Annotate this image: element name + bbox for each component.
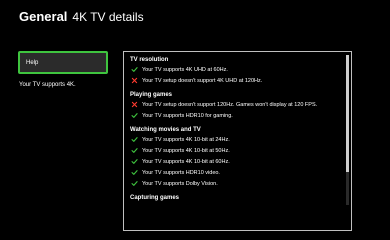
detail-item: Your TV supports Dolby Vision.	[130, 178, 341, 189]
detail-item: Your TV supports 4K 10-bit at 60Hz.	[130, 156, 341, 167]
group-title: Capturing games	[130, 195, 180, 201]
detail-item-text: Your TV supports 4K 10-bit at 50Hz.	[142, 147, 230, 154]
x-mark-icon	[130, 101, 138, 109]
support-summary: Your TV supports 4K.	[19, 82, 76, 88]
scrollbar-thumb[interactable]	[346, 55, 349, 172]
detail-item-text: Your TV supports HDR10 for gaming.	[142, 112, 233, 119]
check-icon	[130, 158, 138, 166]
help-button[interactable]: Help	[18, 51, 108, 74]
detail-item-text: Your TV supports HDR10 video.	[142, 169, 220, 176]
detail-item-text: Your TV supports 4K UHD at 60Hz.	[142, 66, 228, 73]
check-icon	[130, 169, 138, 177]
group-title: Playing games	[130, 92, 173, 98]
detail-item: Your TV supports HDR10 for gaming.	[130, 110, 341, 121]
detail-item: Your TV supports HDR10 video.	[130, 167, 341, 178]
detail-item: Your TV setup doesn't support 120Hz. Gam…	[130, 99, 341, 110]
detail-item-text: Your TV supports 4K 10-bit at 24Hz.	[142, 136, 230, 143]
scrollbar[interactable]	[346, 55, 349, 205]
check-icon	[130, 112, 138, 120]
details-panel[interactable]: TV resolution Your TV supports 4K UHD at …	[123, 51, 352, 231]
check-icon	[130, 147, 138, 155]
detail-item-text: Your TV setup doesn't support 120Hz. Gam…	[142, 101, 318, 108]
help-button-label: Help	[26, 59, 39, 66]
check-icon	[130, 180, 138, 188]
group-title: Watching movies and TV	[130, 127, 201, 133]
detail-item: Your TV supports 4K 10-bit at 50Hz.	[130, 145, 341, 156]
detail-item: Your TV setup doesn't support 4K UHD at …	[130, 75, 341, 86]
detail-item: Your TV supports 4K 10-bit at 24Hz.	[130, 134, 341, 145]
section-title: General	[19, 9, 68, 24]
detail-item: Your TV supports 4K UHD at 60Hz.	[130, 64, 341, 75]
page-header: General 4K TV details	[19, 9, 144, 24]
x-mark-icon	[130, 77, 138, 85]
details-list: TV resolution Your TV supports 4K UHD at …	[130, 56, 341, 202]
check-icon	[130, 66, 138, 74]
group-title: TV resolution	[130, 57, 169, 63]
detail-item-text: Your TV supports 4K 10-bit at 60Hz.	[142, 158, 230, 165]
detail-item-text: Your TV supports Dolby Vision.	[142, 180, 218, 187]
page-title: 4K TV details	[72, 10, 144, 24]
check-icon	[130, 136, 138, 144]
detail-item-text: Your TV setup doesn't support 4K UHD at …	[142, 77, 263, 84]
